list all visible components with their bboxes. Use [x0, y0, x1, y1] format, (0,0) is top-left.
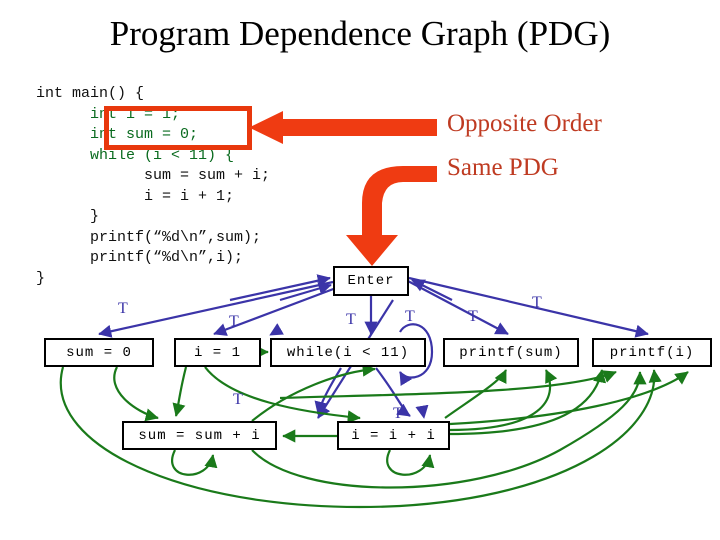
edge-label-t: T	[346, 311, 356, 328]
edge-label-t: T	[393, 405, 403, 422]
graph-node-while[interactable]: while(i < 11)	[270, 338, 426, 367]
graph-node-sumsum[interactable]: sum = sum + i	[122, 421, 277, 450]
edge-label-t: T	[468, 308, 478, 325]
graph-node-iii[interactable]: i = i + i	[337, 421, 450, 450]
graph-node-psum[interactable]: printf(sum)	[443, 338, 579, 367]
graph-node-enter[interactable]: Enter	[333, 266, 409, 296]
edge-label-t: T	[233, 391, 243, 408]
graph-node-i1[interactable]: i = 1	[174, 338, 261, 367]
graph-node-pi[interactable]: printf(i)	[592, 338, 712, 367]
edge-label-t: T	[229, 313, 239, 330]
slide-canvas: Program Dependence Graph (PDG) int main(…	[0, 0, 720, 540]
graph-node-sum0[interactable]: sum = 0	[44, 338, 154, 367]
edge-label-t: T	[118, 300, 128, 317]
edge-label-t: T	[532, 294, 542, 311]
edge-label-t: T	[405, 308, 415, 325]
